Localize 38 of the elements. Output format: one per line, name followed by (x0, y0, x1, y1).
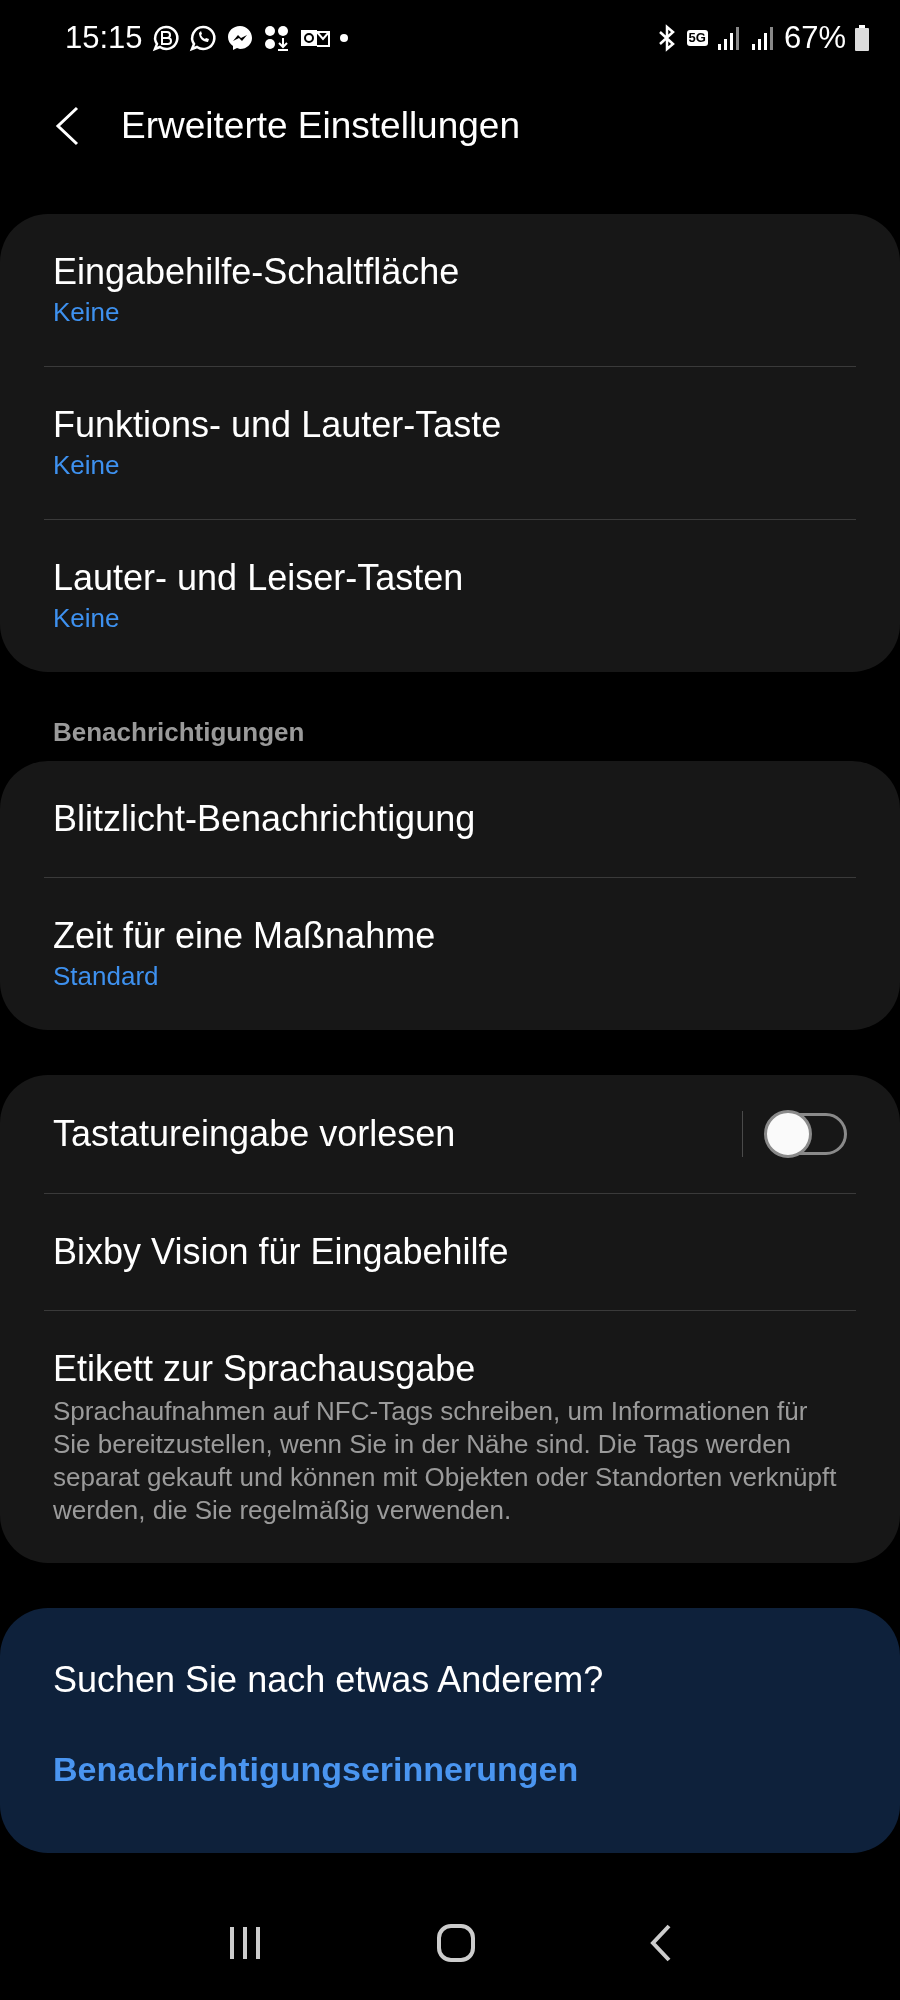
settings-item[interactable]: Bixby Vision für Eingabehilfe (44, 1193, 856, 1310)
settings-item[interactable]: Lauter- und Leiser-Tasten Keine (44, 519, 856, 672)
item-value: Keine (53, 449, 121, 482)
item-description: Sprachaufnahmen auf NFC-Tags schreiben, um Informationen für Sie bereitzustellen, wenn Sie in der Nähe sind. Die Tags werden separat gekauft und können mit Objekten oder Standorten verknüpft werden, die Sie regelmäßig verwenden. (53, 1395, 838, 1527)
settings-item[interactable]: Blitzlicht-Benachrichtigung (44, 761, 856, 877)
settings-item[interactable]: Zeit für eine Maßnahme Standard (44, 877, 856, 1030)
suggestion-title: Suchen Sie nach etwas Anderem? (53, 1658, 605, 1702)
messenger-icon (225, 24, 254, 52)
item-value: Keine (53, 296, 121, 329)
item-title: Blitzlicht-Benachrichtigung (53, 797, 477, 841)
item-value: Standard (53, 960, 160, 993)
item-value: Keine (53, 602, 121, 635)
battery-percent: 67% (783, 20, 846, 56)
settings-item[interactable]: Tastatureingabe vorlesen (44, 1075, 856, 1193)
signal-icon (715, 24, 742, 52)
back-icon[interactable] (53, 105, 81, 147)
clock: 15:15 (65, 20, 143, 56)
toggle-switch[interactable] (765, 1113, 847, 1155)
settings-item[interactable]: Funktions- und Lauter-Taste Keine (44, 366, 856, 519)
dot-icon (338, 33, 349, 43)
item-title: Funktions- und Lauter-Taste (53, 403, 503, 447)
item-title: Eingabehilfe-Schaltfläche (53, 250, 461, 294)
suggestion-link[interactable]: Benachrichtigungserinnerungen (53, 1748, 579, 1790)
item-title: Zeit für eine Maßnahme (53, 914, 437, 958)
section-heading: Benachrichtigungen (53, 717, 306, 747)
item-title: Etikett zur Sprachausgabe (53, 1347, 477, 1391)
item-title: Bixby Vision für Eingabehilfe (53, 1230, 510, 1274)
phone-bubble-icon (188, 24, 217, 52)
chat-bubble-icon (151, 24, 180, 52)
item-title: Tastatureingabe vorlesen (53, 1112, 457, 1156)
screen-title: Erweiterte Einstellungen (121, 105, 520, 147)
download-icon (262, 24, 291, 52)
home-icon[interactable] (436, 1923, 476, 1963)
item-title: Lauter- und Leiser-Tasten (53, 556, 465, 600)
network-type: 5G (686, 30, 708, 46)
signal-icon (749, 24, 776, 52)
settings-item[interactable]: Eingabehilfe-Schaltfläche Keine (44, 214, 856, 366)
battery-icon (854, 24, 870, 52)
